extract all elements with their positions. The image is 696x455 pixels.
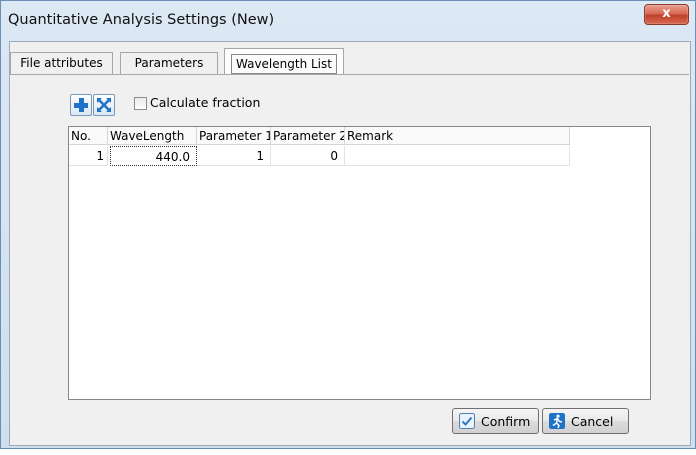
tab-file-attributes[interactable]: File attributes — [10, 52, 113, 75]
tab-label: Parameters — [134, 56, 204, 70]
cell-parameter-1[interactable]: 1 — [197, 146, 271, 166]
close-button[interactable]: x — [644, 4, 689, 25]
calculate-fraction-label: Calculate fraction — [150, 95, 261, 110]
tab-label: Wavelength List — [231, 54, 337, 74]
tab-parameters[interactable]: Parameters — [120, 52, 218, 75]
column-header-parameter-2[interactable]: Parameter 2 — [271, 127, 345, 145]
confirm-label: Confirm — [481, 414, 531, 429]
cancel-label: Cancel — [571, 414, 614, 429]
cell-no[interactable]: 1 — [69, 146, 108, 166]
column-header-remark[interactable]: Remark — [345, 127, 570, 145]
title-bar[interactable]: Quantitative Analysis Settings (New) x — [1, 1, 695, 41]
checkbox-box[interactable] — [134, 97, 147, 110]
column-header-parameter-1[interactable]: Parameter 1 — [197, 127, 271, 145]
dialog-window: Quantitative Analysis Settings (New) x F… — [0, 0, 696, 449]
cell-wavelength[interactable]: 440.0 — [110, 146, 197, 166]
tab-label: File attributes — [20, 56, 103, 70]
exit-running-icon — [549, 413, 565, 429]
cross-arrows-icon — [97, 98, 111, 112]
checkmark-icon — [459, 413, 475, 429]
cell-remark[interactable] — [345, 146, 570, 166]
cell-parameter-2[interactable]: 0 — [271, 146, 345, 166]
column-header-no[interactable]: No. — [69, 127, 108, 145]
remove-row-button[interactable] — [93, 94, 115, 116]
confirm-button[interactable]: Confirm — [452, 408, 539, 434]
wavelength-table[interactable]: No. WaveLength Parameter 1 Parameter 2 R… — [68, 126, 651, 400]
close-icon: x — [662, 6, 671, 21]
plus-icon — [74, 98, 88, 112]
dialog-body: File attributes Parameters Wavelength Li… — [9, 41, 691, 446]
window-title: Quantitative Analysis Settings (New) — [8, 12, 275, 28]
cancel-button[interactable]: Cancel — [542, 408, 629, 434]
column-header-wavelength[interactable]: WaveLength — [108, 127, 197, 145]
tab-wavelength-list[interactable]: Wavelength List — [224, 48, 344, 76]
add-row-button[interactable] — [70, 94, 92, 116]
